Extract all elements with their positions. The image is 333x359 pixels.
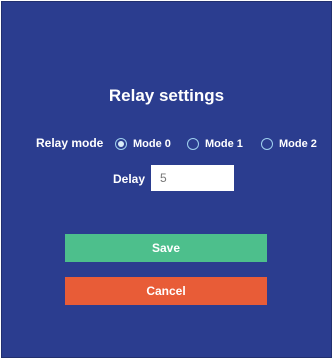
- radio-checked-icon: [115, 138, 127, 150]
- radio-mode-0-label: Mode 0: [133, 138, 171, 150]
- radio-unchecked-icon: [261, 138, 273, 150]
- relay-mode-label: Relay mode: [36, 136, 104, 150]
- radio-mode-1-label: Mode 1: [205, 138, 243, 150]
- radio-mode-0[interactable]: Mode 0: [115, 136, 171, 152]
- delay-label: Delay: [113, 172, 146, 186]
- radio-mode-1[interactable]: Mode 1: [187, 136, 243, 152]
- radio-unchecked-icon: [187, 138, 199, 150]
- radio-mode-2-label: Mode 2: [279, 138, 317, 150]
- cancel-button[interactable]: Cancel: [65, 277, 267, 305]
- relay-settings-dialog: Relay settings Relay mode Mode 0 Mode 1 …: [1, 1, 332, 358]
- save-button[interactable]: Save: [65, 234, 267, 262]
- delay-input[interactable]: [151, 165, 234, 191]
- dialog-title: Relay settings: [108, 86, 225, 105]
- radio-mode-2[interactable]: Mode 2: [261, 136, 317, 152]
